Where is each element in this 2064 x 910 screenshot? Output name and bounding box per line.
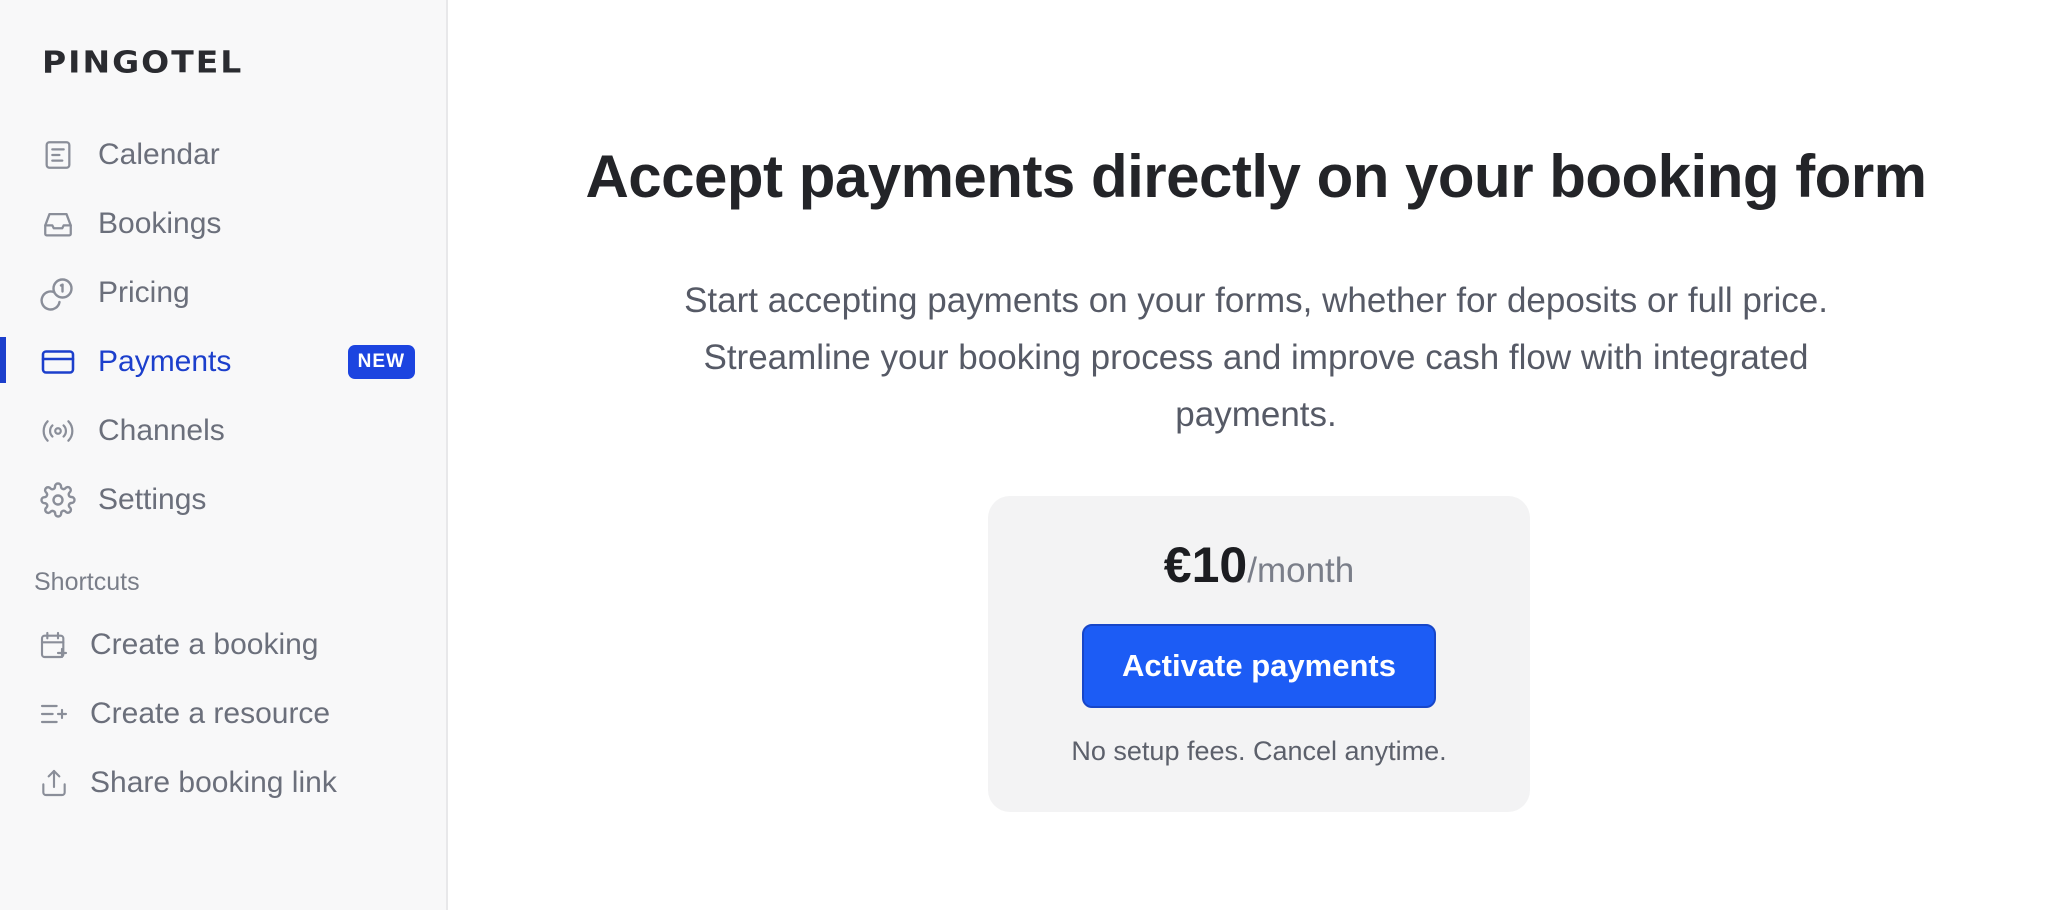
pricing-note: No setup fees. Cancel anytime. — [1071, 736, 1447, 766]
sidebar-item-label: Channels — [98, 413, 225, 447]
broadcast-icon — [40, 413, 76, 449]
app-logo[interactable]: PINGOTEL — [42, 44, 243, 80]
pricing-card: €10/month Activate payments No setup fee… — [988, 496, 1530, 812]
sidebar-item-label: Pricing — [98, 275, 190, 309]
activate-payments-button[interactable]: Activate payments — [1082, 624, 1436, 708]
price-amount: €10 — [1163, 537, 1248, 593]
gear-icon — [40, 481, 76, 518]
sidebar-item-label: Bookings — [98, 206, 222, 240]
calendar-list-icon — [40, 137, 76, 173]
price-display: €10/month — [988, 536, 1530, 594]
sidebar-item-label: Settings — [98, 482, 207, 516]
shortcut-create-resource[interactable]: Create a resource — [0, 679, 448, 748]
sidebar-item-label: Payments — [98, 344, 232, 378]
shortcut-label: Create a booking — [90, 627, 319, 661]
sidebar-item-settings[interactable]: Settings — [0, 465, 448, 534]
sidebar-item-pricing[interactable]: Pricing — [0, 258, 448, 327]
active-indicator — [0, 337, 6, 383]
sidebar-item-payments[interactable]: Payments NEW — [0, 327, 448, 396]
sidebar-item-label: Calendar — [98, 137, 220, 171]
inbox-icon — [40, 206, 76, 242]
sidebar-nav: Calendar Bookings Pricing Payments NEW C… — [0, 120, 448, 534]
app-window: PINGOTEL Calendar Bookings Pricing Payme… — [0, 0, 2064, 910]
shortcuts-list: Create a booking Create a resource Share… — [0, 610, 448, 817]
calendar-plus-icon — [38, 629, 70, 661]
shortcut-label: Share booking link — [90, 765, 337, 799]
list-plus-icon — [38, 698, 70, 730]
coins-icon — [40, 275, 76, 311]
shortcuts-heading: Shortcuts — [34, 568, 140, 596]
sidebar-item-bookings[interactable]: Bookings — [0, 189, 448, 258]
page-title: Accept payments directly on your booking… — [585, 143, 1927, 210]
sidebar-item-calendar[interactable]: Calendar — [0, 120, 448, 189]
price-period: /month — [1247, 551, 1355, 590]
page-description: Start accepting payments on your forms, … — [684, 281, 1828, 434]
shortcut-create-booking[interactable]: Create a booking — [0, 610, 448, 679]
sidebar: PINGOTEL Calendar Bookings Pricing Payme… — [0, 0, 448, 910]
main-content: Accept payments directly on your booking… — [448, 0, 2064, 910]
sidebar-item-channels[interactable]: Channels — [0, 396, 448, 465]
shortcut-share-booking-link[interactable]: Share booking link — [0, 748, 448, 817]
new-badge: NEW — [347, 345, 415, 379]
credit-card-icon — [40, 344, 76, 380]
share-icon — [38, 767, 70, 799]
shortcut-label: Create a resource — [90, 696, 331, 730]
